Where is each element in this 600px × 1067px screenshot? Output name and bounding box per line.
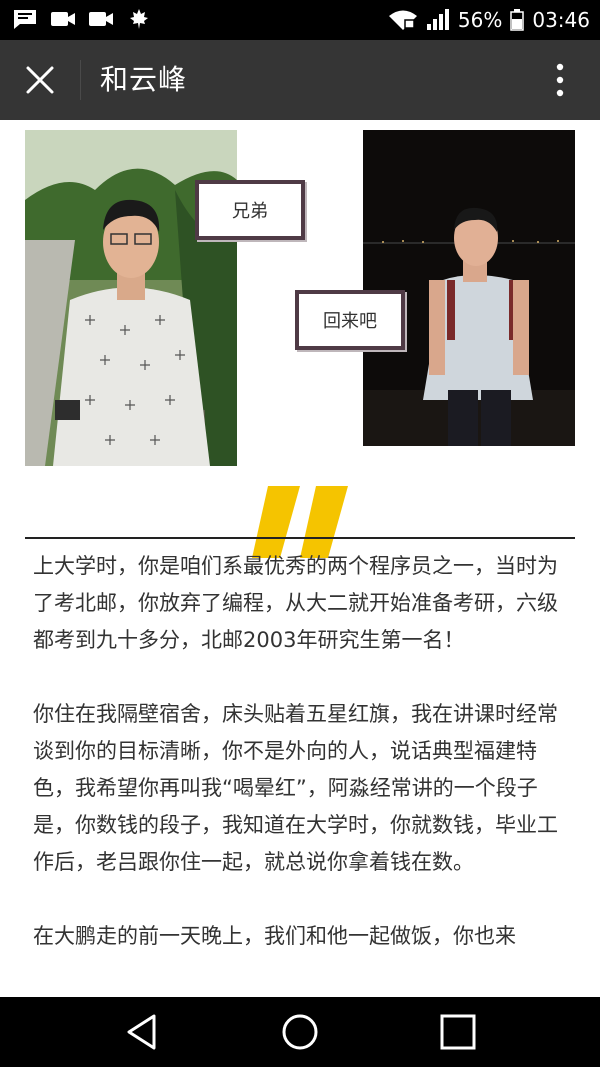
- paragraph-2: 你住在我隔壁宿舍，床头贴着五星红旗，我在讲课时经常谈到你的目标清晰，你不是外向的…: [33, 702, 558, 874]
- app-bar: 和云峰: [0, 40, 600, 120]
- wifi-icon: [388, 10, 417, 30]
- home-icon: [282, 1014, 318, 1050]
- home-button[interactable]: [276, 1009, 324, 1055]
- photo-man-night: [363, 130, 575, 446]
- section-divider: [25, 537, 575, 539]
- page-title: 和云峰: [100, 63, 188, 96]
- battery-percent: 56%: [457, 8, 503, 32]
- video-icon: [89, 12, 113, 26]
- recents-icon: [440, 1014, 476, 1050]
- notification-icons: [12, 8, 152, 30]
- battery-icon: [510, 9, 525, 31]
- message-icon: [14, 10, 36, 29]
- paragraph-1: 上大学时，你是咱们系最优秀的两个程序员之一，当时为了考北邮，你放弃了编程，从大二…: [33, 554, 558, 652]
- app-bar-divider: [80, 60, 81, 100]
- clock: 03:46: [532, 8, 590, 32]
- close-icon: [26, 66, 54, 94]
- signal-icon: [426, 9, 449, 30]
- more-vert-icon: [556, 63, 564, 97]
- more-options-button[interactable]: [538, 58, 582, 102]
- paragraph-3: 在大鹏走的前一天晚上，我们和他一起做饭，你也来: [33, 924, 516, 948]
- back-button[interactable]: [118, 1009, 166, 1055]
- caption-come-back: 回来吧: [295, 290, 405, 350]
- maple-leaf-icon: [130, 9, 148, 29]
- close-button[interactable]: [18, 58, 62, 102]
- system-nav-bar: [0, 997, 600, 1067]
- caption-brother: 兄弟: [195, 180, 305, 240]
- article-body: 上大学时，你是咱们系最优秀的两个程序员之一，当时为了考北邮，你放弃了编程，从大二…: [33, 548, 573, 992]
- system-status: 56% 03:46: [388, 8, 590, 32]
- article-content[interactable]: 兄弟 回来吧 上大学时，你是咱们系最优秀的两个程序员之一，当时为了考北邮，你放弃…: [0, 120, 600, 997]
- recents-button[interactable]: [434, 1009, 482, 1055]
- status-bar: 56% 03:46: [0, 0, 600, 40]
- back-icon: [127, 1014, 156, 1050]
- video-icon: [51, 12, 75, 26]
